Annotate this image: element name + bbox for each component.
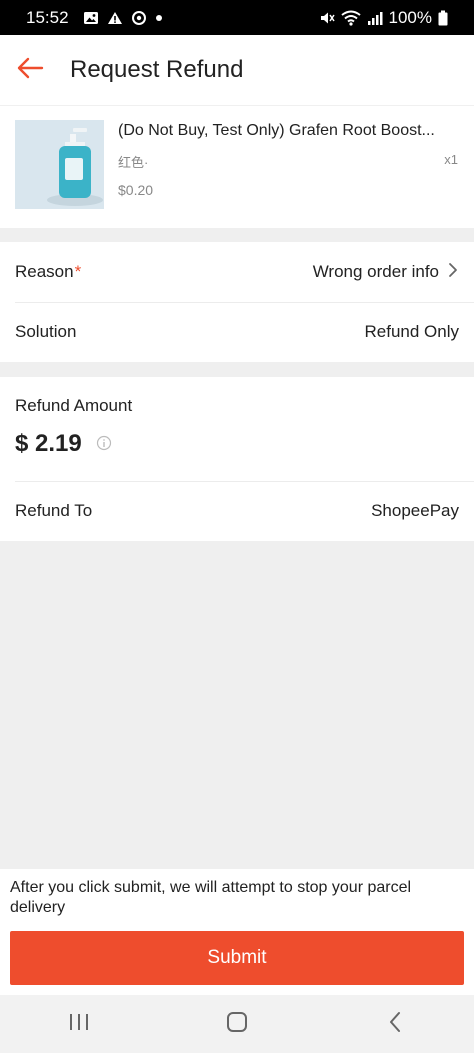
refund-to-row: Refund To ShopeePay: [15, 481, 459, 541]
product-card: (Do Not Buy, Test Only) Grafen Root Boos…: [0, 105, 474, 228]
dot-icon: [155, 14, 163, 22]
back-button[interactable]: [0, 35, 60, 105]
solution-value: Refund Only: [364, 322, 460, 341]
recents-icon: [68, 1012, 90, 1037]
product-quantity: x1: [444, 152, 458, 167]
page-title: Request Refund: [70, 56, 244, 83]
status-time: 15:52: [26, 7, 69, 27]
reason-value: Wrong order info: [312, 262, 439, 281]
system-nav-bar: [0, 995, 474, 1053]
chevron-right-icon: [447, 261, 459, 284]
warning-icon: [107, 11, 123, 25]
reason-section: Reason* Wrong order info Solution Refund…: [0, 242, 474, 362]
recents-button[interactable]: [49, 995, 109, 1053]
mute-icon: [319, 10, 335, 26]
refund-amount-value-wrap: $ 2.19: [15, 430, 112, 458]
refund-amount-label: Refund Amount: [15, 396, 133, 415]
refund-to-label: Refund To: [15, 501, 93, 520]
back-icon: [388, 1011, 402, 1038]
signal-icon: [367, 10, 383, 26]
product-price: $0.20: [118, 182, 154, 198]
refund-section: Refund Amount $ 2.19 Refund To ShopeePay: [0, 377, 474, 541]
gallery-icon: [83, 11, 99, 25]
reason-label: Reason*: [15, 262, 82, 281]
refund-amount-value: $ 2.19: [15, 430, 82, 457]
product-name: (Do Not Buy, Test Only) Grafen Root Boos…: [118, 122, 435, 139]
home-button[interactable]: [207, 995, 267, 1053]
submit-note: After you click submit, we will attempt …: [10, 879, 412, 916]
solution-row: Solution Refund Only: [15, 302, 459, 362]
submit-button[interactable]: Submit: [10, 931, 464, 985]
required-star: *: [74, 262, 82, 281]
product-variant: 红色·: [118, 155, 149, 170]
reason-row[interactable]: Reason* Wrong order info: [15, 242, 459, 302]
refund-to-value: ShopeePay: [371, 501, 459, 520]
system-back-button[interactable]: [365, 995, 425, 1053]
product-bottle-image: [15, 120, 104, 209]
battery-icon: [438, 10, 448, 26]
sync-icon: [131, 10, 147, 26]
info-icon[interactable]: [96, 430, 112, 458]
submit-panel: After you click submit, we will attempt …: [0, 869, 474, 995]
wifi-icon: [340, 10, 361, 26]
back-arrow-icon: [16, 56, 44, 85]
solution-label: Solution: [15, 322, 77, 341]
battery-percent: 100%: [388, 7, 432, 27]
app-header: Request Refund: [0, 35, 474, 105]
home-icon: [226, 1011, 248, 1038]
status-bar: 15:52 100%: [0, 0, 474, 35]
product-thumbnail: [15, 120, 104, 209]
